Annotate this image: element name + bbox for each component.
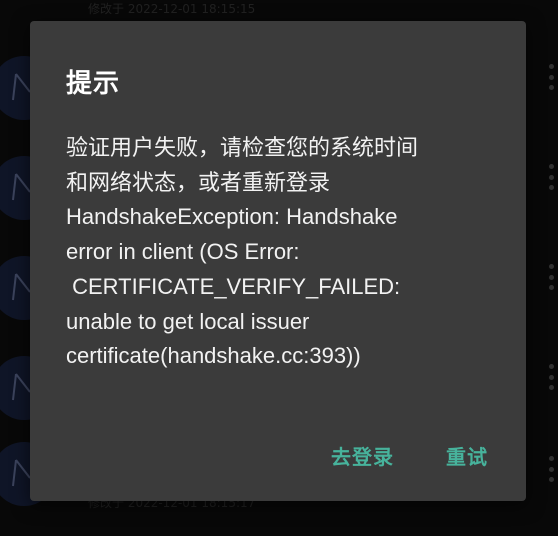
retry-button[interactable]: 重试 (446, 441, 488, 470)
screen: 修改于 2022-12-01 18:15:15 修改于 2022-12-01 1… (0, 0, 558, 536)
dialog-actions: 去登录 重试 (331, 441, 488, 470)
dialog-message: 验证用户失败，请检查您的系统时间 和网络状态，或者重新登录 HandshakeE… (66, 135, 419, 369)
relogin-button[interactable]: 去登录 (331, 441, 394, 470)
alert-dialog: 提示 验证用户失败，请检查您的系统时间 和网络状态，或者重新登录 Handsha… (30, 21, 526, 501)
dialog-title: 提示 (66, 69, 121, 99)
